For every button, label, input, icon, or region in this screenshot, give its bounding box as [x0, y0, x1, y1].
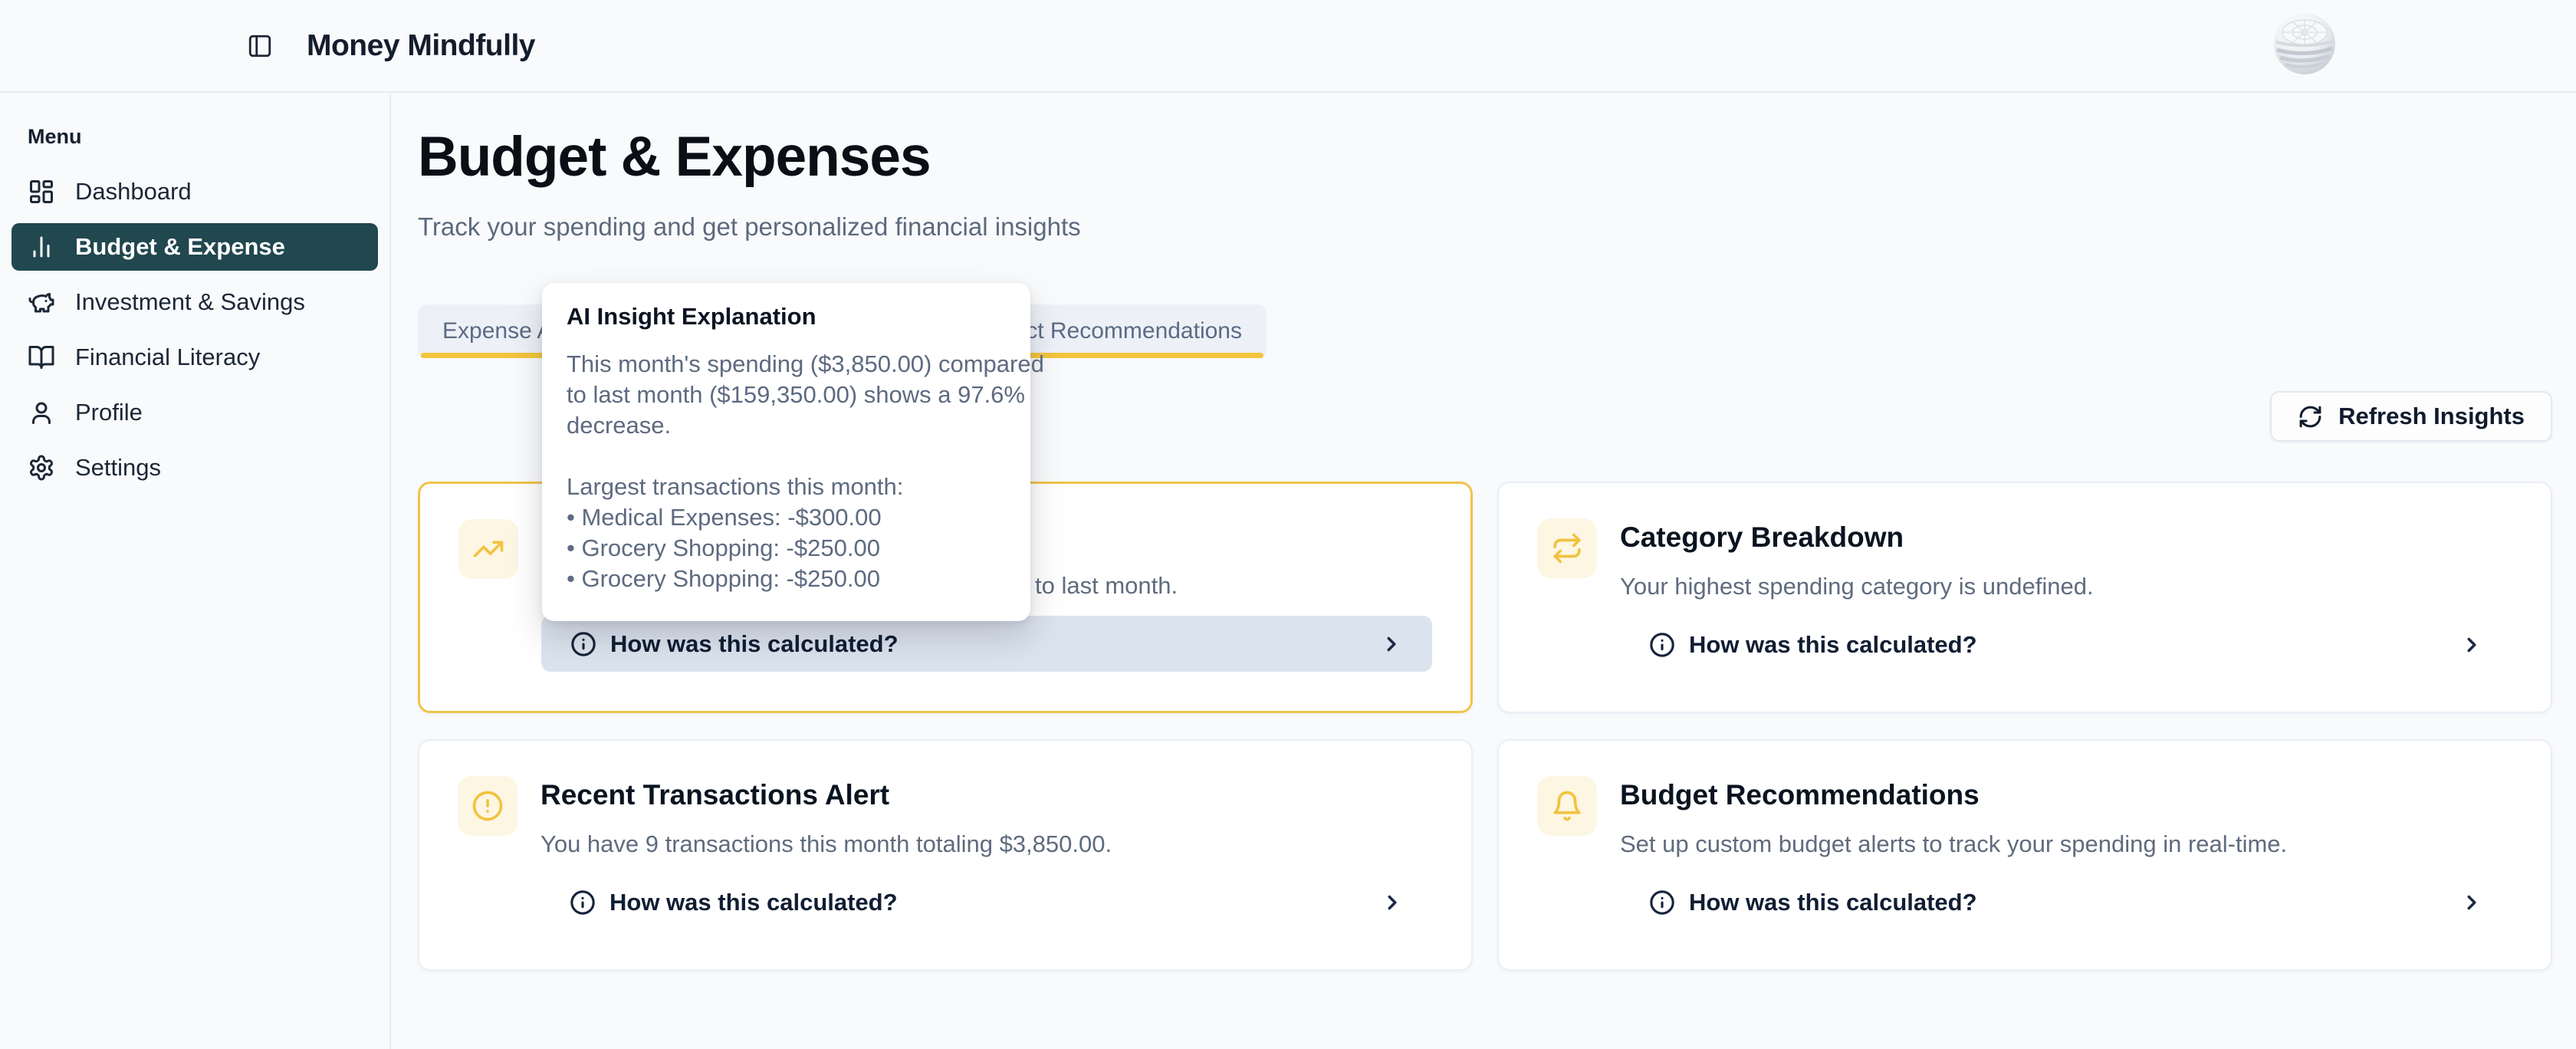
card-subtitle: Set up custom budget alerts to track you…: [1620, 832, 2512, 856]
sidebar: Menu Dashboard Budget & Expense Investme…: [0, 93, 391, 1049]
alert-circle-icon: [458, 776, 518, 836]
top-header: Money Mindfully: [0, 0, 2576, 93]
tooltip-title: AI Insight Explanation: [567, 303, 1006, 330]
dashboard-icon: [28, 178, 55, 206]
how-calculated-link[interactable]: How was this calculated?: [541, 616, 1432, 672]
trending-up-icon: [458, 519, 518, 579]
chevron-right-icon: [2460, 633, 2483, 656]
sidebar-item-label: Investment & Savings: [75, 288, 305, 316]
card-recent-transactions: Recent Transactions Alert You have 9 tra…: [418, 739, 1473, 971]
sidebar-item-label: Budget & Expense: [75, 233, 285, 261]
card-title: Category Breakdown: [1620, 521, 2512, 554]
refresh-insights-button[interactable]: Refresh Insights: [2270, 391, 2552, 442]
bell-icon: [1537, 776, 1597, 836]
gear-icon: [28, 454, 55, 482]
user-icon: [28, 399, 55, 426]
sidebar-item-investment-savings[interactable]: Investment & Savings: [0, 275, 389, 330]
card-subtitle: Your highest spending category is undefi…: [1620, 574, 2512, 598]
app-title: Money Mindfully: [307, 29, 535, 63]
chevron-right-icon: [1381, 891, 1404, 914]
refresh-icon: [2298, 404, 2323, 429]
card-subtitle: You have 9 transactions this month total…: [540, 832, 1433, 856]
piggy-bank-icon: [28, 288, 55, 316]
sidebar-item-budget-expense[interactable]: Budget & Expense: [12, 223, 378, 271]
sidebar-item-label: Dashboard: [75, 178, 192, 206]
sidebar-item-dashboard[interactable]: Dashboard: [0, 164, 389, 219]
sidebar-toggle-icon[interactable]: [247, 33, 273, 59]
tooltip-line: • Grocery Shopping: -$250.00: [567, 533, 1006, 564]
how-calculated-link[interactable]: How was this calculated?: [1620, 617, 2512, 672]
bar-chart-icon: [28, 233, 55, 261]
tooltip-line: to last month ($159,350.00) shows a 97.6…: [567, 380, 1006, 410]
card-budget-recommendations: Budget Recommendations Set up custom bud…: [1497, 739, 2552, 971]
ai-insight-tooltip: AI Insight Explanation This month's spen…: [542, 283, 1030, 621]
sidebar-menu-label: Menu: [28, 125, 389, 149]
card-title: Recent Transactions Alert: [540, 779, 1433, 811]
tooltip-line: Largest transactions this month:: [567, 472, 1006, 502]
main-content: Budget & Expenses Track your spending an…: [391, 93, 2576, 1049]
page-subtitle: Track your spending and get personalized…: [418, 212, 1081, 242]
book-open-icon: [28, 344, 55, 371]
tooltip-line: • Medical Expenses: -$300.00: [567, 502, 1006, 533]
sidebar-item-label: Settings: [75, 454, 161, 482]
tooltip-line: • Grocery Shopping: -$250.00: [567, 564, 1006, 594]
info-icon: [1649, 890, 1675, 916]
page-title: Budget & Expenses: [418, 125, 931, 189]
tooltip-line: This month's spending ($3,850.00) compar…: [567, 349, 1006, 380]
how-calculated-link[interactable]: How was this calculated?: [540, 874, 1433, 930]
tooltip-line: decrease.: [567, 410, 1006, 441]
card-title: Budget Recommendations: [1620, 779, 2512, 811]
card-category-breakdown: Category Breakdown Your highest spending…: [1497, 482, 2552, 713]
repeat-icon: [1537, 518, 1597, 578]
info-icon: [570, 631, 596, 657]
sidebar-item-label: Profile: [75, 399, 143, 426]
info-icon: [1649, 632, 1675, 658]
chevron-right-icon: [2460, 891, 2483, 914]
sidebar-item-financial-literacy[interactable]: Financial Literacy: [0, 330, 389, 385]
chevron-right-icon: [1380, 633, 1403, 656]
sidebar-item-label: Financial Literacy: [75, 344, 260, 371]
tooltip-body: This month's spending ($3,850.00) compar…: [567, 349, 1006, 594]
avatar[interactable]: [2274, 13, 2335, 74]
sidebar-item-settings[interactable]: Settings: [0, 440, 389, 495]
how-calculated-link[interactable]: How was this calculated?: [1620, 874, 2512, 930]
sidebar-item-profile[interactable]: Profile: [0, 385, 389, 440]
info-icon: [570, 890, 596, 916]
tooltip-line: [567, 441, 1006, 472]
